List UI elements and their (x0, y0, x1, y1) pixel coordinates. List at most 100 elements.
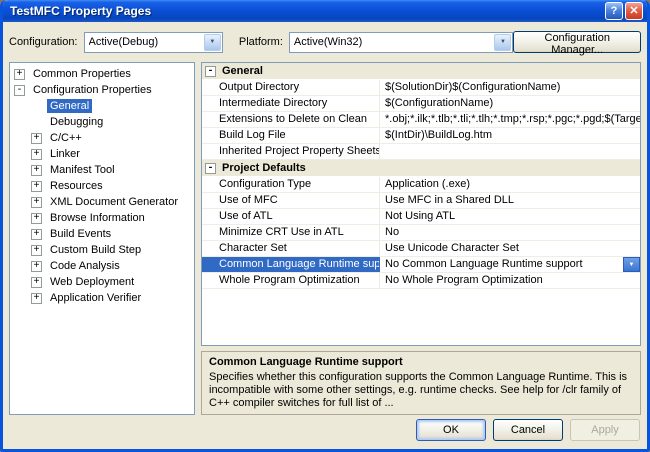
expand-icon[interactable]: + (31, 276, 42, 288)
tree-item-label: Build Events (50, 228, 112, 240)
expand-icon[interactable]: + (31, 196, 42, 208)
property-value[interactable]: Use Unicode Character Set (380, 241, 640, 256)
tree-item-label: Debugging (50, 116, 104, 128)
property-row-character-set[interactable]: Character Set Use Unicode Character Set (202, 241, 640, 257)
property-value[interactable]: No (380, 225, 640, 240)
configuration-label: Configuration: (9, 36, 78, 48)
chevron-down-icon[interactable]: ▼ (203, 33, 221, 51)
tree-item-application-verifier[interactable]: + Application Verifier (10, 290, 194, 306)
property-value[interactable]: Use MFC in a Shared DLL (380, 193, 640, 208)
property-name: Intermediate Directory (202, 96, 380, 111)
tree-item-debugging[interactable]: Debugging (10, 114, 194, 130)
tree-item-c-c[interactable]: + C/C++ (10, 130, 194, 146)
tree-item-resources[interactable]: + Resources (10, 178, 194, 194)
tree-item-web-deployment[interactable]: + Web Deployment (10, 274, 194, 290)
tree-item-common-properties[interactable]: + Common Properties (10, 66, 194, 82)
expand-icon[interactable]: + (31, 228, 42, 240)
expand-icon[interactable]: + (31, 148, 42, 160)
help-button[interactable]: ? (605, 2, 623, 20)
property-row-extensions-to-delete-on-clean[interactable]: Extensions to Delete on Clean *.obj;*.ilk… (202, 112, 640, 128)
tree-item-label: Web Deployment (50, 276, 135, 288)
window-title: TestMFC Property Pages (10, 4, 152, 18)
section-header-general[interactable]: - General (202, 63, 640, 80)
expand-icon[interactable]: + (31, 244, 42, 256)
apply-button[interactable]: Apply (570, 419, 640, 441)
tree-item-code-analysis[interactable]: + Code Analysis (10, 258, 194, 274)
property-value[interactable]: No Whole Program Optimization (380, 273, 640, 288)
tree-item-xml-document-generator[interactable]: + XML Document Generator (10, 194, 194, 210)
property-value-text: $(ConfigurationName) (385, 97, 494, 109)
tree-item-label: Resources (50, 180, 103, 192)
property-value-text: Not Using ATL (385, 210, 456, 222)
expand-icon[interactable]: + (14, 68, 25, 80)
close-button[interactable]: ✕ (625, 2, 643, 20)
property-name: Build Log File (202, 128, 380, 143)
property-grid[interactable]: - General Output Directory $(SolutionDir)$(… (201, 62, 641, 346)
property-row-minimize-crt-use-in-atl[interactable]: Minimize CRT Use in ATL No (202, 225, 640, 241)
property-name: Extensions to Delete on Clean (202, 112, 380, 127)
description-title: Common Language Runtime support (209, 356, 403, 368)
tree-item-label: Code Analysis (50, 260, 120, 272)
dialog-footer: OK Cancel Apply (9, 415, 641, 445)
tree-item-general[interactable]: General (10, 98, 194, 114)
tree-item-configuration-properties[interactable]: - Configuration Properties (10, 82, 194, 98)
property-value-text: Application (.exe) (385, 178, 470, 190)
property-value[interactable]: Not Using ATL (380, 209, 640, 224)
property-row-inherited-project-property-sheets[interactable]: Inherited Project Property Sheets (202, 144, 640, 160)
property-value-text: No (385, 226, 400, 238)
property-row-build-log-file[interactable]: Build Log File $(IntDir)\BuildLog.htm (202, 128, 640, 144)
property-value[interactable]: $(ConfigurationName) (380, 96, 640, 111)
expand-icon[interactable]: + (31, 212, 42, 224)
collapse-icon[interactable]: - (205, 162, 216, 174)
property-row-intermediate-directory[interactable]: Intermediate Directory $(ConfigurationNam… (202, 96, 640, 112)
configuration-bar: Configuration: Active(Debug) ▼ Platform:… (9, 30, 642, 56)
cancel-button[interactable]: Cancel (493, 419, 563, 441)
property-row-output-directory[interactable]: Output Directory $(SolutionDir)$(Configur… (202, 80, 640, 96)
property-row-common-language-runtime-support[interactable]: Common Language Runtime supportNo Common… (202, 257, 640, 273)
expand-icon[interactable]: + (31, 292, 42, 304)
property-value[interactable]: No Common Language Runtime support ▼ (380, 257, 640, 272)
tree-item-build-events[interactable]: + Build Events (10, 226, 194, 242)
ok-button[interactable]: OK (416, 419, 486, 441)
property-row-whole-program-optimization[interactable]: Whole Program Optimization No Whole Progr… (202, 273, 640, 289)
property-name: Common Language Runtime support (202, 257, 380, 272)
property-category-tree[interactable]: + Common Properties - Configuration Propert… (9, 62, 195, 415)
property-row-use-of-atl[interactable]: Use of ATL Not Using ATL (202, 209, 640, 225)
property-value[interactable]: $(SolutionDir)$(ConfigurationName) (380, 80, 640, 95)
property-value-text: $(SolutionDir)$(ConfigurationName) (385, 81, 561, 93)
tree-item-label: Application Verifier (50, 292, 142, 304)
titlebar[interactable]: TestMFC Property Pages ? ✕ (3, 0, 647, 22)
tree-item-linker[interactable]: + Linker (10, 146, 194, 162)
tree-item-browse-information[interactable]: + Browse Information (10, 210, 194, 226)
expand-icon[interactable]: + (31, 260, 42, 272)
tree-item-custom-build-step[interactable]: + Custom Build Step (10, 242, 194, 258)
collapse-icon[interactable]: - (205, 65, 216, 77)
tree-item-manifest-tool[interactable]: + Manifest Tool (10, 162, 194, 178)
expand-icon[interactable]: + (31, 164, 42, 176)
expand-icon[interactable]: + (31, 132, 42, 144)
expand-icon[interactable]: + (31, 180, 42, 192)
property-value[interactable]: $(IntDir)\BuildLog.htm (380, 128, 640, 143)
property-name: Inherited Project Property Sheets (202, 144, 380, 159)
collapse-icon[interactable]: - (14, 84, 25, 96)
tree-item-label: C/C++ (50, 132, 82, 144)
dropdown-button[interactable]: ▼ (623, 257, 640, 272)
tree-item-label: XML Document Generator (50, 196, 178, 208)
property-value[interactable] (380, 144, 640, 159)
section-title: Project Defaults (222, 162, 306, 174)
section-header-project-defaults[interactable]: - Project Defaults (202, 160, 640, 177)
property-name: Whole Program Optimization (202, 273, 380, 288)
tree-item-label: Linker (50, 148, 80, 160)
platform-select[interactable]: Active(Win32) ▼ (288, 31, 514, 53)
property-value[interactable]: Application (.exe) (380, 177, 640, 192)
configuration-select[interactable]: Active(Debug) ▼ (83, 31, 223, 53)
property-value[interactable]: *.obj;*.ilk;*.tlb;*.tli;*.tlh;*.tmp;*.rs… (380, 112, 640, 127)
configuration-manager-button[interactable]: Configuration Manager... (513, 31, 642, 56)
property-row-configuration-type[interactable]: Configuration Type Application (.exe) (202, 177, 640, 193)
chevron-down-icon: ▼ (628, 261, 635, 268)
chevron-down-icon[interactable]: ▼ (494, 33, 512, 51)
property-value-text: Use Unicode Character Set (385, 242, 519, 254)
tree-item-label: Configuration Properties (33, 84, 152, 96)
property-row-use-of-mfc[interactable]: Use of MFC Use MFC in a Shared DLL (202, 193, 640, 209)
